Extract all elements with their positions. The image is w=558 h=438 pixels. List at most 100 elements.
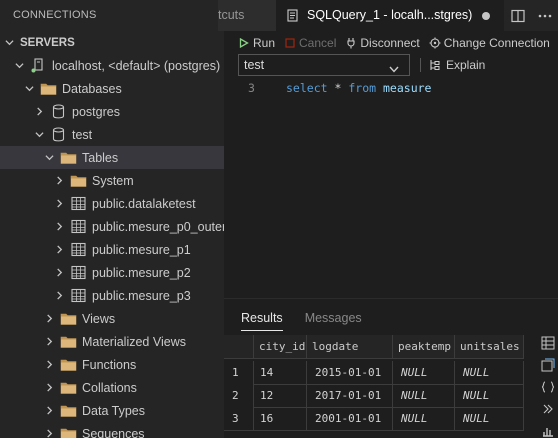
tab-sqlquery[interactable]: SQLQuery_1 - localh...stgres)	[276, 0, 504, 31]
tree-item-t-mesure-p3[interactable]: public.mesure_p3	[0, 284, 224, 307]
grid-cell[interactable]: NULL	[393, 361, 455, 385]
tab-results[interactable]: Results	[241, 311, 283, 331]
save-as-csv-icon[interactable]	[540, 335, 556, 351]
tree-item-db-postgres[interactable]: postgres	[0, 100, 224, 123]
tree-item-collations[interactable]: Collations	[0, 376, 224, 399]
chevron-down-icon[interactable]	[14, 61, 24, 71]
chevron-down-icon[interactable]	[44, 153, 54, 163]
tree-item-functions[interactable]: Functions	[0, 353, 224, 376]
results-side-actions	[538, 335, 558, 438]
tree-item-label: postgres	[72, 104, 120, 119]
cancel-button[interactable]: Cancel	[284, 36, 336, 50]
more-actions-icon[interactable]	[536, 7, 554, 25]
grid-cell[interactable]: 2001-01-01	[307, 407, 393, 431]
column-header-unitsales[interactable]: unitsales	[455, 335, 524, 359]
row-number[interactable]: 1	[224, 361, 254, 385]
sql-keyword-select: select	[286, 81, 328, 95]
tree-item-label: Functions	[82, 357, 137, 372]
chevron-right-icon[interactable]	[54, 199, 64, 209]
line-number: 3	[248, 81, 255, 95]
table-icon	[70, 196, 87, 211]
grid-cell[interactable]: NULL	[455, 407, 524, 431]
chevron-down-icon[interactable]	[24, 84, 34, 94]
grid-cell[interactable]: NULL	[393, 407, 455, 431]
table-row[interactable]: 2 12 2017-01-01 NULL NULL	[224, 384, 524, 408]
database-select-value: test	[244, 58, 265, 72]
chevron-right-icon[interactable]	[54, 291, 64, 301]
change-connection-label: Change Connection	[443, 36, 550, 50]
table-row[interactable]: 1 14 2015-01-01 NULL NULL	[224, 361, 524, 385]
tree-item-label: localhost, <default> (postgres)	[52, 58, 221, 73]
disconnect-button[interactable]: Disconnect	[345, 36, 420, 50]
grid-cell[interactable]: 16	[254, 407, 307, 431]
query-toolbar: Run Cancel Disconnect Change Connection	[224, 31, 558, 55]
sql-code[interactable]: select * from measure	[286, 79, 431, 97]
column-header-peaktemp[interactable]: peaktemp	[393, 335, 455, 359]
chevron-right-icon[interactable]	[44, 337, 54, 347]
tab-shortcuts[interactable]: tcuts	[218, 0, 276, 31]
grid-cell[interactable]: NULL	[393, 384, 455, 408]
save-as-json-icon[interactable]	[540, 357, 556, 373]
tree-item-data-types[interactable]: Data Types	[0, 399, 224, 422]
visualize-icon[interactable]	[540, 423, 556, 438]
column-header-logdate[interactable]: logdate	[307, 335, 393, 359]
chevron-right-icon[interactable]	[44, 360, 54, 370]
split-editor-icon[interactable]	[509, 7, 527, 25]
explain-label: Explain	[446, 58, 486, 72]
chevron-right-icon[interactable]	[44, 314, 54, 324]
chevron-right-icon[interactable]	[54, 268, 64, 278]
explain-button[interactable]: Explain	[420, 56, 485, 74]
tab-messages[interactable]: Messages	[305, 311, 362, 331]
column-header-city_id[interactable]: city_id	[254, 335, 307, 359]
servers-section-header[interactable]: SERVERS	[0, 31, 224, 54]
chart-icon[interactable]	[540, 401, 556, 417]
tree-item-server[interactable]: localhost, <default> (postgres)	[0, 54, 224, 77]
table-icon	[70, 288, 87, 303]
chevron-right-icon[interactable]	[54, 176, 64, 186]
change-connection-icon	[429, 37, 441, 49]
tree-item-views[interactable]: Views	[0, 307, 224, 330]
chevron-right-icon[interactable]	[44, 429, 54, 438]
tree-item-system[interactable]: System	[0, 169, 224, 192]
tree-item-t-mesure-p1[interactable]: public.mesure_p1	[0, 238, 224, 261]
tree-item-label: Views	[82, 311, 116, 326]
chevron-right-icon[interactable]	[34, 107, 44, 117]
database-icon	[50, 104, 67, 119]
unsaved-dot-icon[interactable]	[482, 11, 491, 20]
tree-item-sequences[interactable]: Sequences	[0, 422, 224, 438]
code-editor-line[interactable]: 3 select * from measure	[224, 79, 558, 97]
tree-item-tables[interactable]: Tables	[0, 146, 224, 169]
chevron-right-icon[interactable]	[44, 383, 54, 393]
grid-cell[interactable]: 2017-01-01	[307, 384, 393, 408]
grid-cell[interactable]: 14	[254, 361, 307, 385]
row-number[interactable]: 2	[224, 384, 254, 408]
grid-cell[interactable]: 2015-01-01	[307, 361, 393, 385]
grid-cell[interactable]: 12	[254, 384, 307, 408]
tree-item-t-datalaketest[interactable]: public.datalaketest	[0, 192, 224, 215]
chevron-down-icon	[4, 38, 14, 48]
grid-corner-cell[interactable]	[224, 335, 254, 359]
grid-cell[interactable]: NULL	[455, 361, 524, 385]
chevron-right-icon[interactable]	[54, 222, 64, 232]
run-button[interactable]: Run	[238, 36, 275, 50]
sql-star: *	[334, 81, 342, 95]
change-connection-button[interactable]: Change Connection	[429, 36, 550, 50]
server-icon	[30, 58, 47, 73]
grid-cell[interactable]: NULL	[455, 384, 524, 408]
chevron-down-icon[interactable]	[34, 130, 44, 140]
tree-item-t-mesure-p2[interactable]: public.mesure_p2	[0, 261, 224, 284]
tree-item-databases[interactable]: Databases	[0, 77, 224, 100]
save-as-excel-icon[interactable]	[540, 379, 556, 395]
results-panel-tabs: Results Messages	[241, 311, 384, 331]
row-number[interactable]: 3	[224, 407, 254, 431]
folder-icon	[60, 311, 77, 326]
tree-item-db-test[interactable]: test	[0, 123, 224, 146]
table-row[interactable]: 3 16 2001-01-01 NULL NULL	[224, 407, 524, 431]
database-select[interactable]: test	[238, 54, 410, 76]
tree-item-label: System	[92, 173, 134, 188]
chevron-right-icon[interactable]	[54, 245, 64, 255]
cell-peaktemp-value: NULL	[401, 389, 428, 402]
tree-item-t-mesure-p0-outer[interactable]: public.mesure_p0_outer	[0, 215, 224, 238]
tree-item-mat-views[interactable]: Materialized Views	[0, 330, 224, 353]
chevron-right-icon[interactable]	[44, 406, 54, 416]
